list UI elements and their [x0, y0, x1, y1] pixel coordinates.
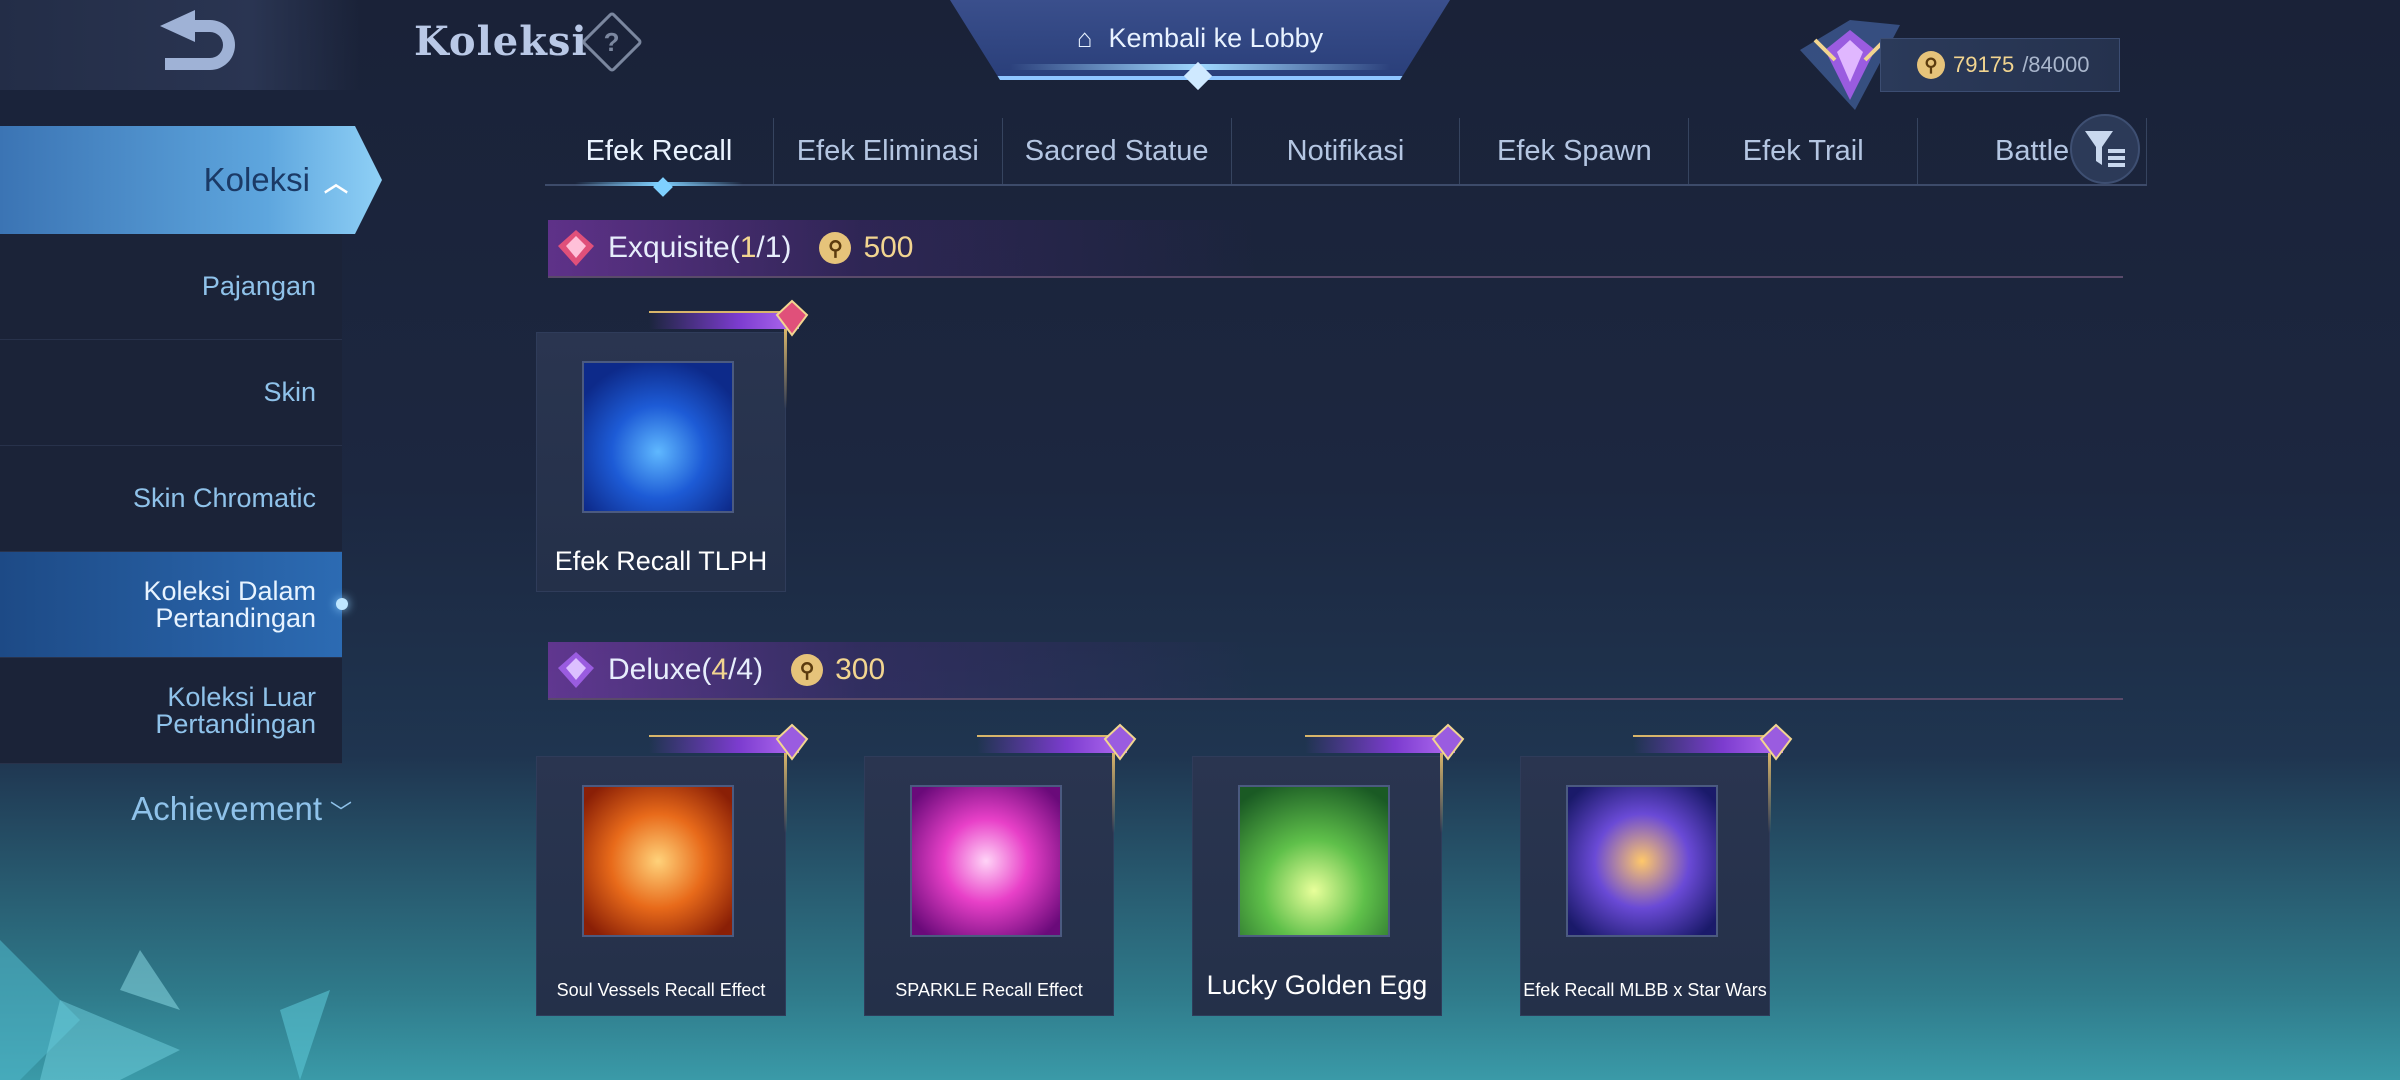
item-caption: Efek Recall MLBB x Star Wars: [1523, 980, 1767, 1000]
section-header-exquisite: Exquisite(1/1) ⚲ 500: [548, 220, 2123, 278]
section-owned-exquisite: 1: [739, 231, 757, 264]
tab-efek-eliminasi[interactable]: Efek Eliminasi: [774, 118, 1003, 184]
sidebar-item-pajangan[interactable]: Pajangan: [0, 234, 342, 340]
card-ribbon-edge: [784, 753, 787, 833]
section-count-open-exquisite: (: [729, 231, 740, 264]
section-count-open-deluxe: (: [701, 653, 712, 686]
currency-current: 79175: [1953, 52, 2015, 77]
section-header-deluxe: Deluxe(4/4) ⚲ 300: [548, 642, 2123, 700]
tab-efek-recall[interactable]: Efek Recall: [545, 118, 774, 186]
card-ribbon-edge: [784, 329, 787, 409]
section-name-exquisite: Exquisite: [608, 231, 730, 264]
help-symbol: ?: [604, 26, 620, 57]
card-ribbon-edge: [1112, 753, 1115, 833]
back-button[interactable]: [0, 0, 360, 90]
home-icon: ⌂: [1076, 22, 1093, 53]
tab-sacred-statue[interactable]: Sacred Statue: [1003, 118, 1232, 184]
filter-button[interactable]: [2070, 114, 2140, 184]
section-name-deluxe: Deluxe: [608, 653, 702, 686]
item-thumbnail: [582, 785, 734, 937]
deluxe-gem-icon: [558, 652, 594, 688]
chevron-up-icon: ︿: [324, 169, 348, 197]
deluxe-gem-icon: [1431, 723, 1465, 761]
item-thumbnail: [910, 785, 1062, 937]
card-ribbon-edge: [1440, 753, 1443, 833]
tab-bar: Efek Recall Efek Eliminasi Sacred Statue…: [545, 118, 2148, 186]
chevron-down-icon: ﹀: [329, 800, 352, 825]
deluxe-gem-icon: [1759, 723, 1793, 761]
item-thumbnail: [582, 361, 734, 513]
sidebar-koleksi-label: Koleksi: [203, 161, 310, 198]
item-caption: Soul Vessels Recall Effect: [556, 980, 766, 1000]
item-thumbnail: [1238, 785, 1390, 937]
coin-icon: ⚲: [791, 654, 824, 686]
sidebar-item-koleksi-dalam-pertandingan[interactable]: Koleksi Dalam Pertandingan: [0, 552, 342, 658]
currency-display: ⚲ 79175/84000: [1880, 38, 2120, 92]
sidebar-koleksi-header[interactable]: Koleksi ︿: [0, 126, 382, 234]
item-caption: SPARKLE Recall Effect: [895, 980, 1083, 1000]
section-count-total-deluxe: /4): [728, 653, 764, 686]
sidebar-item-skin-chromatic[interactable]: Skin Chromatic: [0, 446, 342, 552]
item-card[interactable]: Efek Recall TLPH: [536, 299, 809, 592]
sidebar-list: Pajangan Skin Skin Chromatic Koleksi Dal…: [0, 234, 342, 764]
filter-icon: [2085, 131, 2125, 167]
section-price-deluxe: 300: [835, 653, 886, 686]
sidebar-item-koleksi-luar-pertandingan[interactable]: Koleksi Luar Pertandingan: [0, 658, 342, 764]
tab-efek-trail[interactable]: Efek Trail: [1689, 118, 1919, 184]
sidebar-achievement[interactable]: Achievement ﹀: [0, 790, 356, 828]
back-arrow-icon: [160, 10, 235, 70]
tab-notifikasi[interactable]: Notifikasi: [1232, 118, 1461, 184]
item-card[interactable]: SPARKLE Recall Effect: [864, 723, 1137, 1016]
page-title: Koleksi: [414, 18, 588, 65]
section-title-deluxe: Deluxe(4/4): [608, 653, 763, 687]
item-caption: Efek Recall TLPH: [554, 546, 768, 576]
active-indicator-dot: [336, 598, 348, 610]
deluxe-gem-icon: [1103, 723, 1137, 761]
section-count-total-exquisite: /1): [756, 231, 792, 264]
sidebar-item-skin[interactable]: Skin: [0, 340, 342, 446]
coin-icon: ⚲: [819, 232, 852, 264]
exquisite-gem-icon: [558, 230, 594, 266]
coin-icon: ⚲: [1917, 51, 1945, 79]
section-price-exquisite: 500: [863, 231, 914, 264]
tab-efek-spawn[interactable]: Efek Spawn: [1460, 118, 1690, 184]
card-ribbon-edge: [1768, 753, 1771, 833]
item-caption: Lucky Golden Egg: [1206, 970, 1428, 1000]
item-card[interactable]: Lucky Golden Egg: [1192, 723, 1465, 1016]
exquisite-gem-icon: [775, 299, 809, 337]
deluxe-gem-icon: [775, 723, 809, 761]
item-card[interactable]: Soul Vessels Recall Effect: [536, 723, 809, 1016]
achievement-label: Achievement: [131, 790, 322, 827]
help-icon[interactable]: ?: [580, 10, 644, 74]
section-owned-deluxe: 4: [711, 653, 729, 686]
item-card[interactable]: Efek Recall MLBB x Star Wars: [1520, 723, 1793, 1016]
background-shards: [0, 940, 330, 1080]
currency-max: /84000: [2022, 52, 2090, 77]
section-title-exquisite: Exquisite(1/1): [608, 231, 791, 265]
item-thumbnail: [1566, 785, 1718, 937]
back-to-lobby-label: Kembali ke Lobby: [1108, 22, 1324, 53]
